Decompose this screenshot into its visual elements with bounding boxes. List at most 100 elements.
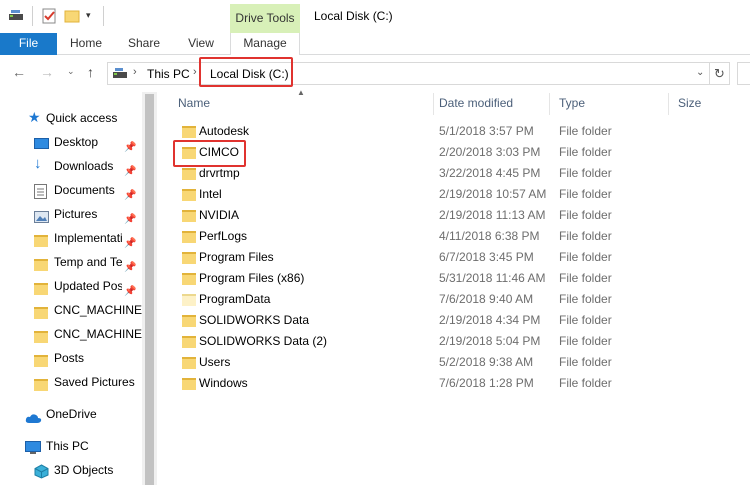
file-row[interactable]: drvrtmp 3/22/2018 4:45 PM File folder bbox=[168, 163, 750, 184]
cube-icon bbox=[34, 463, 49, 479]
sidebar-item-pictures[interactable]: Pictures 📌 bbox=[0, 202, 142, 226]
file-row[interactable]: CIMCO 2/20/2018 3:03 PM File folder bbox=[168, 142, 750, 163]
folder-icon bbox=[182, 168, 196, 183]
tab-file[interactable]: File bbox=[0, 33, 57, 55]
file-row[interactable]: NVIDIA 2/19/2018 11:13 AM File folder bbox=[168, 205, 750, 226]
folder-icon bbox=[182, 378, 196, 393]
file-date: 4/11/2018 6:38 PM bbox=[439, 229, 540, 243]
breadcrumb-chevron-icon[interactable]: › bbox=[133, 66, 137, 78]
file-row[interactable]: Windows 7/6/2018 1:28 PM File folder bbox=[168, 373, 750, 394]
folder-icon bbox=[34, 303, 48, 319]
column-size[interactable]: Size bbox=[668, 89, 750, 117]
properties-icon[interactable] bbox=[41, 8, 57, 27]
folder-icon bbox=[34, 231, 48, 247]
sidebar-item-updated-post[interactable]: Updated Post 📌 bbox=[0, 274, 142, 298]
sidebar-item-cnc-machines[interactable]: CNC_MACHINES bbox=[0, 298, 142, 322]
pin-icon[interactable]: 📌 bbox=[124, 280, 136, 298]
address-bar[interactable]: › This PC › Local Disk (C:) ⌄ bbox=[107, 62, 710, 85]
file-row[interactable]: Program Files 6/7/2018 3:45 PM File fold… bbox=[168, 247, 750, 268]
file-row[interactable]: SOLIDWORKS Data 2/19/2018 4:34 PM File f… bbox=[168, 310, 750, 331]
separator bbox=[32, 6, 33, 26]
file-name: PerfLogs bbox=[199, 229, 248, 243]
file-type: File folder bbox=[559, 208, 612, 222]
folder-icon bbox=[182, 315, 196, 330]
recent-locations-icon[interactable]: ⌄ bbox=[67, 66, 75, 77]
column-header: Name Date modified Type Size bbox=[168, 89, 750, 117]
file-name: Program Files bbox=[199, 250, 274, 264]
column-type[interactable]: Type bbox=[549, 89, 668, 117]
breadcrumb-this-pc[interactable]: This PC bbox=[147, 67, 190, 81]
explorer-icon bbox=[8, 8, 24, 25]
file-type: File folder bbox=[559, 376, 612, 390]
file-date: 5/1/2018 3:57 PM bbox=[439, 124, 534, 138]
navigation-pane: ★ Quick access Desktop 📌 ↓ Downloads 📌 D… bbox=[0, 89, 157, 485]
forward-arrow-icon[interactable]: → bbox=[40, 64, 54, 80]
refresh-icon[interactable]: ↻ bbox=[710, 62, 730, 85]
file-date: 2/19/2018 11:13 AM bbox=[439, 208, 546, 222]
column-date-modified[interactable]: Date modified bbox=[429, 89, 549, 117]
file-name: ProgramData bbox=[199, 292, 271, 306]
file-row[interactable]: Users 5/2/2018 9:38 AM File folder bbox=[168, 352, 750, 373]
file-type: File folder bbox=[559, 355, 612, 369]
tab-manage[interactable]: Manage bbox=[230, 33, 300, 55]
sidebar-item-implementation[interactable]: Implementatio 📌 bbox=[0, 226, 142, 250]
star-icon: ★ bbox=[28, 109, 41, 125]
folder-icon bbox=[182, 336, 196, 351]
file-row[interactable]: SOLIDWORKS Data (2) 2/19/2018 5:04 PM Fi… bbox=[168, 331, 750, 352]
tab-home[interactable]: Home bbox=[62, 33, 110, 55]
scrollbar-thumb[interactable] bbox=[145, 94, 154, 485]
sidebar-item-downloads[interactable]: ↓ Downloads 📌 bbox=[0, 154, 142, 178]
breadcrumb-chevron-icon[interactable]: › bbox=[193, 66, 197, 78]
back-arrow-icon[interactable]: ← bbox=[12, 64, 26, 80]
documents-icon bbox=[34, 183, 48, 199]
pin-icon[interactable]: 📌 bbox=[124, 232, 136, 250]
file-date: 7/6/2018 9:40 AM bbox=[439, 292, 534, 306]
computer-icon bbox=[25, 439, 41, 454]
file-type: File folder bbox=[559, 124, 612, 138]
pictures-icon bbox=[34, 207, 49, 223]
drive-tools-context-group: Drive Tools bbox=[230, 4, 300, 33]
sidebar-item-posts[interactable]: Posts bbox=[0, 346, 142, 370]
file-name: Autodesk bbox=[199, 124, 250, 138]
new-folder-icon[interactable] bbox=[64, 8, 80, 27]
hidden-folder-icon bbox=[182, 294, 196, 309]
pin-icon[interactable]: 📌 bbox=[124, 208, 136, 226]
sidebar-item-this-pc[interactable]: This PC bbox=[0, 434, 142, 458]
pin-icon[interactable]: 📌 bbox=[124, 160, 136, 178]
address-highlight-box bbox=[199, 57, 293, 87]
file-row[interactable]: Program Files (x86) 5/31/2018 11:46 AM F… bbox=[168, 268, 750, 289]
up-arrow-icon[interactable]: ↑ bbox=[87, 64, 94, 80]
tab-share[interactable]: Share bbox=[120, 33, 168, 55]
separator bbox=[103, 6, 104, 26]
file-row[interactable]: PerfLogs 4/11/2018 6:38 PM File folder bbox=[168, 226, 750, 247]
sidebar-item-onedrive[interactable]: OneDrive bbox=[0, 402, 142, 426]
pin-icon[interactable]: 📌 bbox=[124, 184, 136, 202]
sidebar-item-quick-access[interactable]: ★ Quick access bbox=[0, 106, 142, 130]
file-date: 7/6/2018 1:28 PM bbox=[439, 376, 534, 390]
sidebar-item-temp-and-test[interactable]: Temp and Tes 📌 bbox=[0, 250, 142, 274]
file-type: File folder bbox=[559, 166, 612, 180]
sidebar-item-desktop[interactable]: Desktop 📌 bbox=[0, 130, 142, 154]
address-dropdown-icon[interactable]: ⌄ bbox=[696, 67, 704, 78]
customize-qat-icon[interactable]: ▾ bbox=[86, 10, 91, 21]
file-row[interactable]: ProgramData 7/6/2018 9:40 AM File folder bbox=[168, 289, 750, 310]
folder-icon bbox=[34, 351, 48, 367]
file-row[interactable]: Autodesk 5/1/2018 3:57 PM File folder bbox=[168, 121, 750, 142]
file-row[interactable]: Intel 2/19/2018 10:57 AM File folder bbox=[168, 184, 750, 205]
sidebar-item-saved-pictures[interactable]: Saved Pictures bbox=[0, 370, 142, 394]
pin-icon[interactable]: 📌 bbox=[124, 136, 136, 154]
sidebar-item-documents[interactable]: Documents 📌 bbox=[0, 178, 142, 202]
sidebar-item-cnc-machines-2[interactable]: CNC_MACHINES bbox=[0, 322, 142, 346]
sidebar-item-3d-objects[interactable]: 3D Objects bbox=[0, 458, 142, 482]
pin-icon[interactable]: 📌 bbox=[124, 256, 136, 274]
tab-view[interactable]: View bbox=[178, 33, 224, 55]
folder-icon bbox=[182, 357, 196, 372]
ribbon-tabs: File Home Share View Manage bbox=[0, 33, 750, 55]
file-date: 2/19/2018 10:57 AM bbox=[439, 187, 547, 201]
file-date: 6/7/2018 3:45 PM bbox=[439, 250, 534, 264]
search-input[interactable] bbox=[737, 62, 750, 85]
download-icon: ↓ bbox=[34, 155, 42, 172]
desktop-icon bbox=[34, 135, 49, 149]
sort-ascending-icon: ▲ bbox=[297, 88, 305, 97]
file-date: 2/19/2018 5:04 PM bbox=[439, 334, 541, 348]
